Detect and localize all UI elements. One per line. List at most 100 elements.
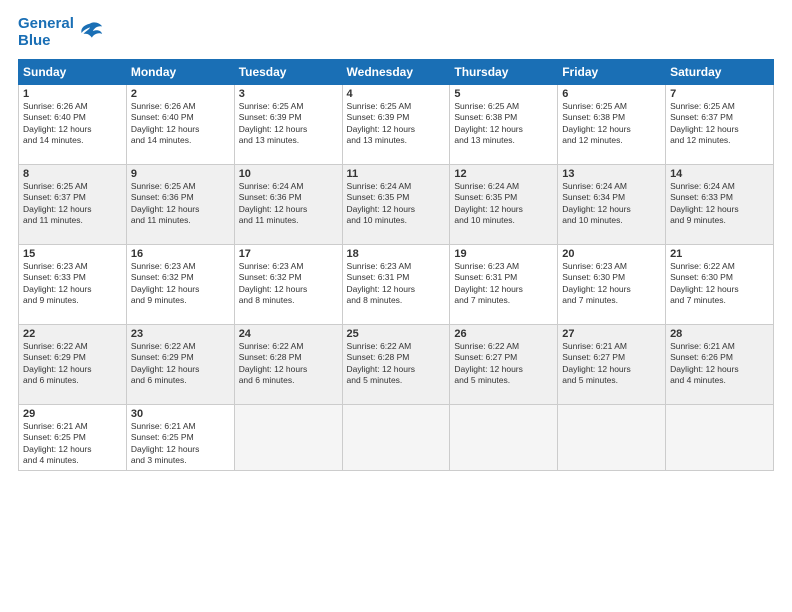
day-number: 5 (454, 88, 553, 100)
day-number: 8 (23, 168, 122, 180)
day-number: 23 (131, 328, 230, 340)
day-detail: Sunrise: 6:25 AMSunset: 6:36 PMDaylight:… (131, 181, 230, 227)
day-detail: Sunrise: 6:23 AMSunset: 6:31 PMDaylight:… (347, 261, 446, 307)
day-number: 18 (347, 248, 446, 260)
page: GeneralBlue SundayMondayTuesdayWednesday… (0, 0, 792, 612)
weekday-header-monday: Monday (126, 60, 234, 85)
day-detail: Sunrise: 6:22 AMSunset: 6:30 PMDaylight:… (670, 261, 769, 307)
day-number: 1 (23, 88, 122, 100)
calendar-day-cell: 10Sunrise: 6:24 AMSunset: 6:36 PMDayligh… (234, 165, 342, 245)
calendar-day-cell: 6Sunrise: 6:25 AMSunset: 6:38 PMDaylight… (558, 85, 666, 165)
day-detail: Sunrise: 6:25 AMSunset: 6:37 PMDaylight:… (670, 101, 769, 147)
header: GeneralBlue (18, 16, 774, 49)
calendar-day-cell (666, 405, 774, 471)
calendar-day-cell: 3Sunrise: 6:25 AMSunset: 6:39 PMDaylight… (234, 85, 342, 165)
day-number: 20 (562, 248, 661, 260)
day-detail: Sunrise: 6:24 AMSunset: 6:34 PMDaylight:… (562, 181, 661, 227)
day-detail: Sunrise: 6:23 AMSunset: 6:32 PMDaylight:… (239, 261, 338, 307)
day-number: 10 (239, 168, 338, 180)
calendar-day-cell (234, 405, 342, 471)
day-number: 3 (239, 88, 338, 100)
calendar-day-cell: 19Sunrise: 6:23 AMSunset: 6:31 PMDayligh… (450, 245, 558, 325)
calendar-day-cell: 27Sunrise: 6:21 AMSunset: 6:27 PMDayligh… (558, 325, 666, 405)
day-number: 25 (347, 328, 446, 340)
weekday-header-tuesday: Tuesday (234, 60, 342, 85)
calendar-week-row: 15Sunrise: 6:23 AMSunset: 6:33 PMDayligh… (19, 245, 774, 325)
day-detail: Sunrise: 6:21 AMSunset: 6:25 PMDaylight:… (131, 421, 230, 467)
day-detail: Sunrise: 6:23 AMSunset: 6:32 PMDaylight:… (131, 261, 230, 307)
day-number: 14 (670, 168, 769, 180)
day-detail: Sunrise: 6:21 AMSunset: 6:25 PMDaylight:… (23, 421, 122, 467)
calendar-day-cell: 26Sunrise: 6:22 AMSunset: 6:27 PMDayligh… (450, 325, 558, 405)
calendar-week-row: 22Sunrise: 6:22 AMSunset: 6:29 PMDayligh… (19, 325, 774, 405)
day-detail: Sunrise: 6:23 AMSunset: 6:33 PMDaylight:… (23, 261, 122, 307)
day-detail: Sunrise: 6:22 AMSunset: 6:27 PMDaylight:… (454, 341, 553, 387)
day-number: 27 (562, 328, 661, 340)
calendar-day-cell: 22Sunrise: 6:22 AMSunset: 6:29 PMDayligh… (19, 325, 127, 405)
day-detail: Sunrise: 6:21 AMSunset: 6:27 PMDaylight:… (562, 341, 661, 387)
calendar-day-cell: 18Sunrise: 6:23 AMSunset: 6:31 PMDayligh… (342, 245, 450, 325)
day-number: 16 (131, 248, 230, 260)
calendar-table: SundayMondayTuesdayWednesdayThursdayFrid… (18, 59, 774, 471)
day-detail: Sunrise: 6:25 AMSunset: 6:39 PMDaylight:… (347, 101, 446, 147)
day-number: 17 (239, 248, 338, 260)
calendar-day-cell (342, 405, 450, 471)
day-detail: Sunrise: 6:24 AMSunset: 6:33 PMDaylight:… (670, 181, 769, 227)
weekday-header-wednesday: Wednesday (342, 60, 450, 85)
day-detail: Sunrise: 6:25 AMSunset: 6:38 PMDaylight:… (454, 101, 553, 147)
day-number: 15 (23, 248, 122, 260)
weekday-header-friday: Friday (558, 60, 666, 85)
day-number: 28 (670, 328, 769, 340)
day-detail: Sunrise: 6:22 AMSunset: 6:28 PMDaylight:… (347, 341, 446, 387)
calendar-day-cell: 30Sunrise: 6:21 AMSunset: 6:25 PMDayligh… (126, 405, 234, 471)
day-number: 2 (131, 88, 230, 100)
day-detail: Sunrise: 6:23 AMSunset: 6:31 PMDaylight:… (454, 261, 553, 307)
day-detail: Sunrise: 6:25 AMSunset: 6:37 PMDaylight:… (23, 181, 122, 227)
day-detail: Sunrise: 6:26 AMSunset: 6:40 PMDaylight:… (23, 101, 122, 147)
calendar-day-cell: 20Sunrise: 6:23 AMSunset: 6:30 PMDayligh… (558, 245, 666, 325)
day-number: 21 (670, 248, 769, 260)
day-number: 13 (562, 168, 661, 180)
calendar-day-cell: 12Sunrise: 6:24 AMSunset: 6:35 PMDayligh… (450, 165, 558, 245)
calendar-day-cell: 15Sunrise: 6:23 AMSunset: 6:33 PMDayligh… (19, 245, 127, 325)
day-number: 22 (23, 328, 122, 340)
day-number: 24 (239, 328, 338, 340)
calendar-day-cell: 21Sunrise: 6:22 AMSunset: 6:30 PMDayligh… (666, 245, 774, 325)
day-number: 7 (670, 88, 769, 100)
day-detail: Sunrise: 6:23 AMSunset: 6:30 PMDaylight:… (562, 261, 661, 307)
day-detail: Sunrise: 6:22 AMSunset: 6:29 PMDaylight:… (23, 341, 122, 387)
day-number: 4 (347, 88, 446, 100)
day-number: 19 (454, 248, 553, 260)
calendar-day-cell: 24Sunrise: 6:22 AMSunset: 6:28 PMDayligh… (234, 325, 342, 405)
calendar-day-cell: 14Sunrise: 6:24 AMSunset: 6:33 PMDayligh… (666, 165, 774, 245)
day-detail: Sunrise: 6:25 AMSunset: 6:38 PMDaylight:… (562, 101, 661, 147)
calendar-day-cell (558, 405, 666, 471)
day-detail: Sunrise: 6:24 AMSunset: 6:35 PMDaylight:… (454, 181, 553, 227)
day-detail: Sunrise: 6:25 AMSunset: 6:39 PMDaylight:… (239, 101, 338, 147)
day-number: 11 (347, 168, 446, 180)
calendar-day-cell: 16Sunrise: 6:23 AMSunset: 6:32 PMDayligh… (126, 245, 234, 325)
calendar-week-row: 29Sunrise: 6:21 AMSunset: 6:25 PMDayligh… (19, 405, 774, 471)
calendar-day-cell (450, 405, 558, 471)
day-detail: Sunrise: 6:24 AMSunset: 6:36 PMDaylight:… (239, 181, 338, 227)
day-detail: Sunrise: 6:22 AMSunset: 6:29 PMDaylight:… (131, 341, 230, 387)
calendar-week-row: 1Sunrise: 6:26 AMSunset: 6:40 PMDaylight… (19, 85, 774, 165)
calendar-day-cell: 29Sunrise: 6:21 AMSunset: 6:25 PMDayligh… (19, 405, 127, 471)
day-number: 26 (454, 328, 553, 340)
weekday-header-sunday: Sunday (19, 60, 127, 85)
day-number: 9 (131, 168, 230, 180)
day-detail: Sunrise: 6:26 AMSunset: 6:40 PMDaylight:… (131, 101, 230, 147)
calendar-day-cell: 17Sunrise: 6:23 AMSunset: 6:32 PMDayligh… (234, 245, 342, 325)
day-detail: Sunrise: 6:24 AMSunset: 6:35 PMDaylight:… (347, 181, 446, 227)
calendar-week-row: 8Sunrise: 6:25 AMSunset: 6:37 PMDaylight… (19, 165, 774, 245)
day-number: 30 (131, 408, 230, 420)
day-detail: Sunrise: 6:22 AMSunset: 6:28 PMDaylight:… (239, 341, 338, 387)
calendar-day-cell: 25Sunrise: 6:22 AMSunset: 6:28 PMDayligh… (342, 325, 450, 405)
calendar-day-cell: 1Sunrise: 6:26 AMSunset: 6:40 PMDaylight… (19, 85, 127, 165)
calendar-day-cell: 23Sunrise: 6:22 AMSunset: 6:29 PMDayligh… (126, 325, 234, 405)
day-detail: Sunrise: 6:21 AMSunset: 6:26 PMDaylight:… (670, 341, 769, 387)
weekday-header-saturday: Saturday (666, 60, 774, 85)
calendar-day-cell: 28Sunrise: 6:21 AMSunset: 6:26 PMDayligh… (666, 325, 774, 405)
calendar-day-cell: 2Sunrise: 6:26 AMSunset: 6:40 PMDaylight… (126, 85, 234, 165)
day-number: 6 (562, 88, 661, 100)
